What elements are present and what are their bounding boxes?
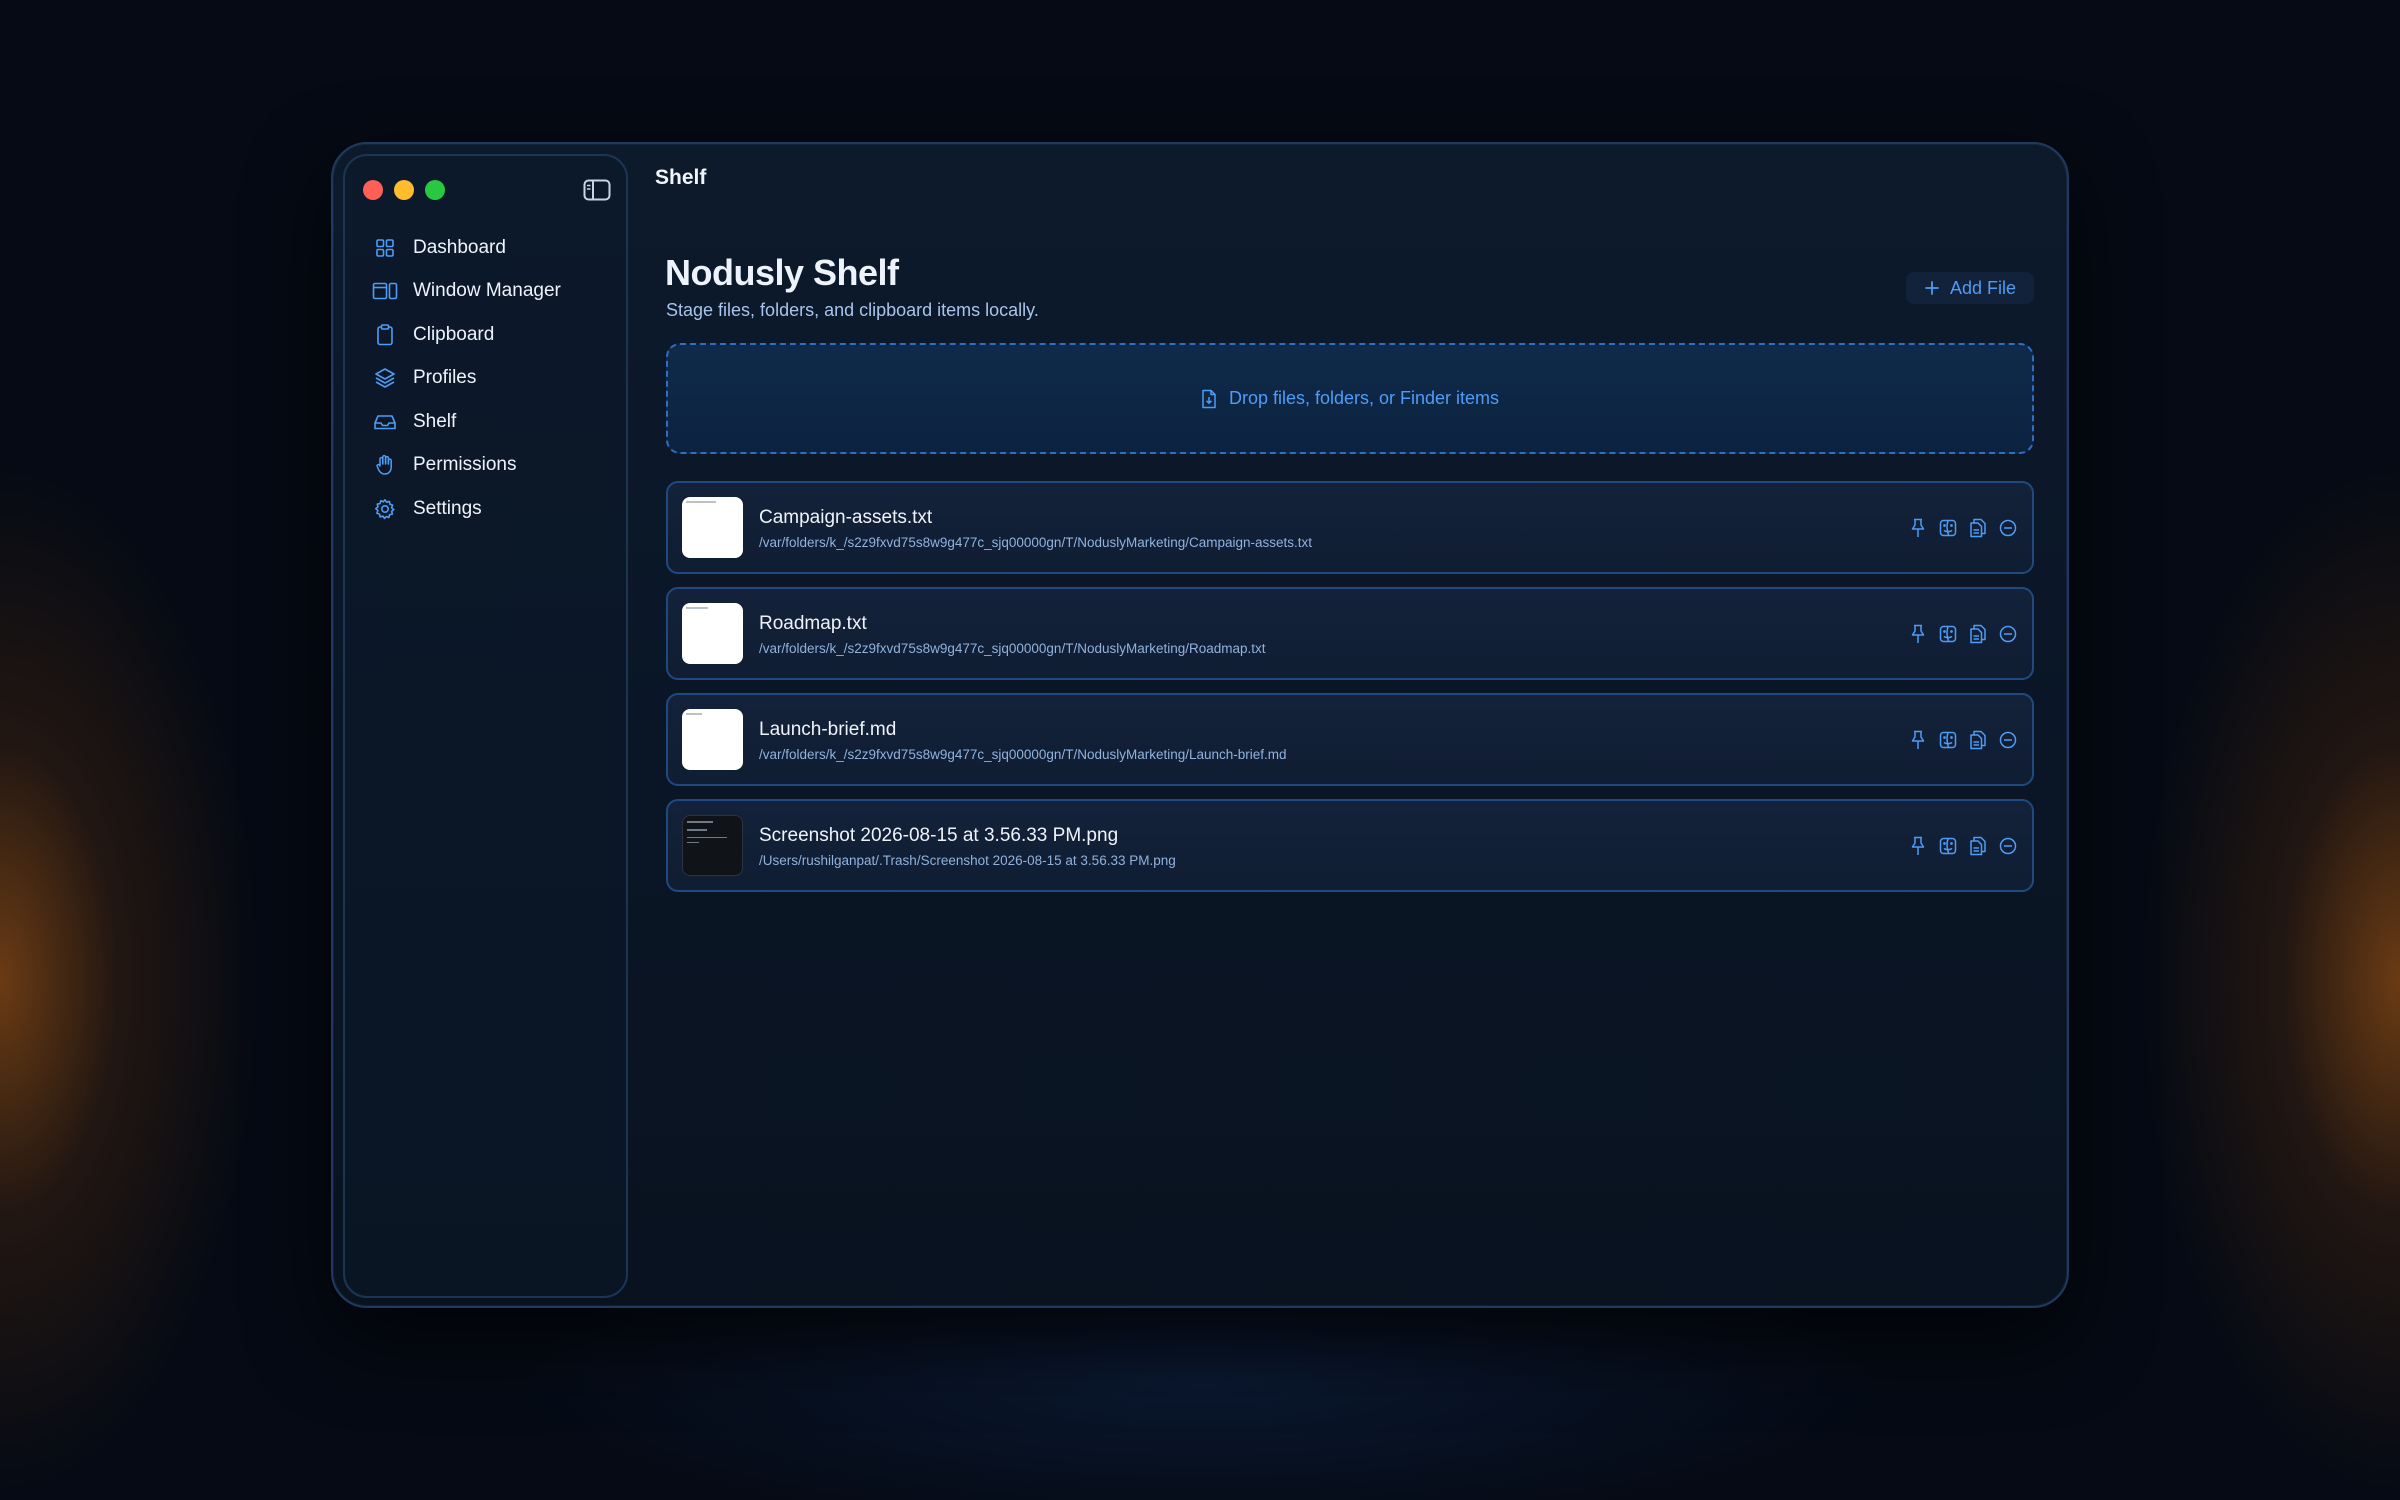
add-file-button[interactable]: Add File	[1906, 272, 2034, 304]
app-window: Dashboard Window Manager Clipboard Profi…	[331, 142, 2069, 1308]
shelf-item[interactable]: Roadmap.txt /var/folders/k_/s2z9fxvd75s8…	[666, 587, 2034, 680]
pin-icon[interactable]	[1907, 622, 1928, 645]
file-thumbnail	[682, 709, 743, 770]
window-title: Shelf	[655, 166, 707, 189]
sidebar-item-dashboard[interactable]: Dashboard	[361, 226, 610, 270]
file-path: /var/folders/k_/s2z9fxvd75s8w9g477c_sjq0…	[759, 535, 1313, 550]
row-actions	[1907, 622, 2018, 645]
remove-icon[interactable]	[1997, 516, 2018, 539]
clipboard-icon	[371, 321, 399, 349]
file-thumbnail	[682, 497, 743, 558]
pin-icon[interactable]	[1907, 516, 1928, 539]
hand-icon	[371, 451, 399, 479]
remove-icon[interactable]	[1997, 728, 2018, 751]
file-download-icon	[1201, 389, 1217, 409]
file-name: Roadmap.txt	[759, 613, 867, 634]
sidebar-item-clipboard[interactable]: Clipboard	[361, 313, 610, 357]
sidebar-item-label: Profiles	[413, 367, 477, 389]
page-title: Nodusly Shelf	[665, 252, 899, 293]
close-window-button[interactable]	[363, 180, 383, 200]
sidebar-nav: Dashboard Window Manager Clipboard Profi…	[361, 226, 610, 531]
sidebar-item-label: Clipboard	[413, 323, 495, 345]
sidebar-toggle-icon[interactable]	[582, 178, 612, 202]
sidebar-item-label: Dashboard	[413, 236, 506, 258]
windows-icon	[371, 277, 399, 305]
pin-icon[interactable]	[1907, 834, 1928, 857]
copy-icon[interactable]	[1967, 728, 1988, 751]
gear-icon	[371, 495, 399, 523]
row-actions	[1907, 728, 2018, 751]
shelf-item[interactable]: Campaign-assets.txt /var/folders/k_/s2z9…	[666, 481, 2034, 574]
grid-icon	[371, 234, 399, 262]
remove-icon[interactable]	[1997, 834, 2018, 857]
sidebar-item-window-manager[interactable]: Window Manager	[361, 270, 610, 314]
shelf-file-list: Campaign-assets.txt /var/folders/k_/s2z9…	[666, 481, 2034, 905]
traffic-lights	[363, 180, 445, 200]
row-actions	[1907, 834, 2018, 857]
sidebar-item-permissions[interactable]: Permissions	[361, 444, 610, 488]
minimize-window-button[interactable]	[394, 180, 414, 200]
copy-icon[interactable]	[1967, 834, 1988, 857]
sidebar: Dashboard Window Manager Clipboard Profi…	[343, 154, 628, 1298]
page-subtitle: Stage files, folders, and clipboard item…	[666, 300, 1039, 320]
finder-icon[interactable]	[1937, 834, 1958, 857]
file-dropzone[interactable]: Drop files, folders, or Finder items	[666, 343, 2034, 454]
dropzone-label: Drop files, folders, or Finder items	[1228, 388, 1500, 408]
file-name: Screenshot 2026-08-15 at 3.56.33 PM.png	[759, 825, 1119, 846]
plus-icon	[1924, 280, 1940, 296]
sidebar-item-profiles[interactable]: Profiles	[361, 357, 610, 401]
sidebar-item-label: Shelf	[413, 410, 457, 432]
add-file-label: Add File	[1949, 277, 2017, 298]
row-actions	[1907, 516, 2018, 539]
finder-icon[interactable]	[1937, 728, 1958, 751]
file-thumbnail	[682, 603, 743, 664]
zoom-window-button[interactable]	[425, 180, 445, 200]
copy-icon[interactable]	[1967, 622, 1988, 645]
file-name: Campaign-assets.txt	[759, 507, 933, 528]
copy-icon[interactable]	[1967, 516, 1988, 539]
finder-icon[interactable]	[1937, 516, 1958, 539]
finder-icon[interactable]	[1937, 622, 1958, 645]
sidebar-item-settings[interactable]: Settings	[361, 487, 610, 531]
pin-icon[interactable]	[1907, 728, 1928, 751]
shelf-item[interactable]: Screenshot 2026-08-15 at 3.56.33 PM.png …	[666, 799, 2034, 892]
file-path: /Users/rushilganpat/.Trash/Screenshot 20…	[759, 853, 1176, 868]
sidebar-item-label: Window Manager	[413, 280, 561, 302]
sidebar-item-label: Permissions	[413, 454, 517, 476]
file-path: /var/folders/k_/s2z9fxvd75s8w9g477c_sjq0…	[759, 641, 1266, 656]
remove-icon[interactable]	[1997, 622, 2018, 645]
image-thumbnail	[682, 815, 743, 876]
shelf-item[interactable]: Launch-brief.md /var/folders/k_/s2z9fxvd…	[666, 693, 2034, 786]
sidebar-item-shelf[interactable]: Shelf	[361, 400, 610, 444]
file-name: Launch-brief.md	[759, 719, 897, 740]
file-path: /var/folders/k_/s2z9fxvd75s8w9g477c_sjq0…	[759, 747, 1287, 762]
layers-icon	[371, 364, 399, 392]
tray-icon	[371, 408, 399, 436]
sidebar-item-label: Settings	[413, 497, 482, 519]
